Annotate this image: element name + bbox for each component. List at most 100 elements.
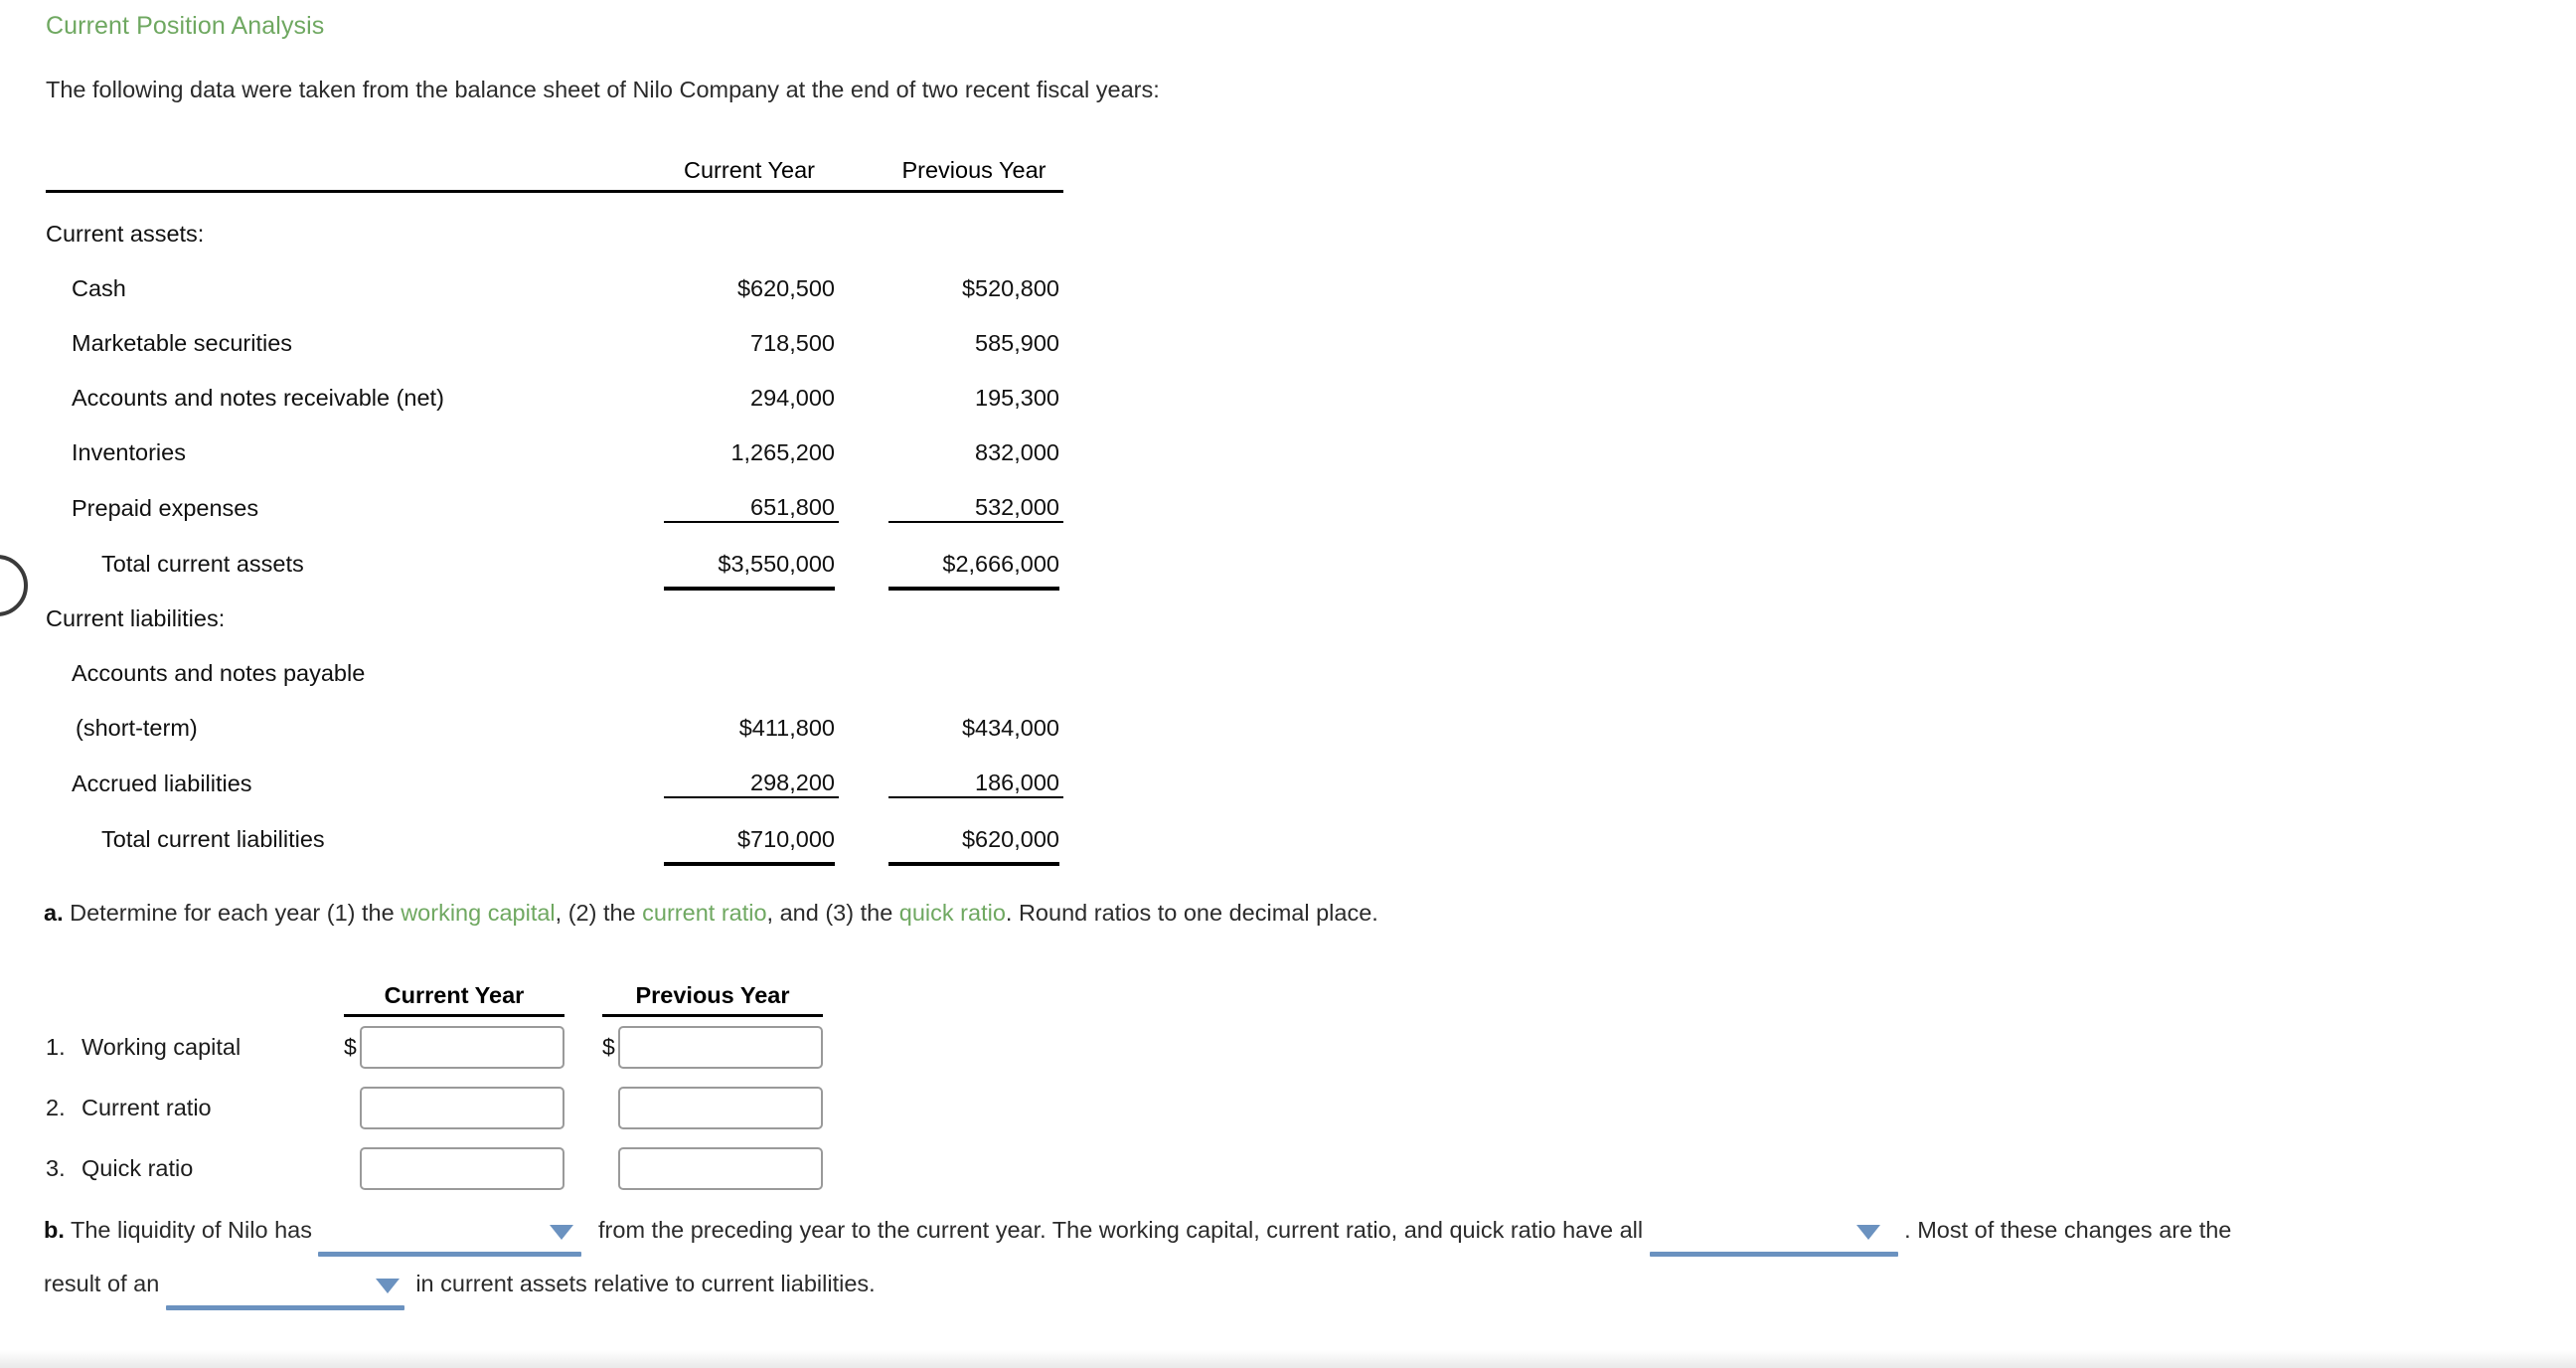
row-label-inventories: Inventories xyxy=(72,439,186,465)
part-b-text-2: from the preceding year to the current y… xyxy=(598,1217,1644,1243)
answer-cell-quick-ratio-current xyxy=(344,1138,564,1199)
answer-text-current-ratio: Current ratio xyxy=(81,1094,212,1120)
input-current-ratio-current[interactable] xyxy=(360,1086,564,1129)
part-b-marker: b. xyxy=(44,1217,65,1243)
row-previous-accounts-notes-payable xyxy=(888,632,1063,687)
answer-label-working-capital: 1. Working capital xyxy=(46,1017,344,1078)
total-current-current-liabilities: $710,000 xyxy=(664,796,839,867)
table-row: Inventories 1,265,200 832,000 xyxy=(46,412,1063,466)
answer-header-previous-year: Previous Year xyxy=(635,981,790,1008)
answer-row-working-capital: 1. Working capital $ $ xyxy=(46,1017,823,1078)
row-previous-prepaid-expenses: 532,000 xyxy=(975,494,1059,520)
total-row-current-assets: Total current assets $3,550,000 $2,666,0… xyxy=(46,521,1063,592)
answer-label-quick-ratio: 3. Quick ratio xyxy=(46,1138,344,1199)
table-row: Prepaid expenses 651,800 532,000 xyxy=(46,466,1063,522)
answer-number-2: 2. xyxy=(46,1094,66,1120)
row-label-marketable-securities: Marketable securities xyxy=(72,330,293,356)
row-label-prepaid-expenses: Prepaid expenses xyxy=(72,495,259,521)
answer-text-quick-ratio: Quick ratio xyxy=(81,1154,194,1181)
row-previous-marketable-securities: 585,900 xyxy=(975,330,1059,356)
row-previous-cash: $520,800 xyxy=(961,275,1059,301)
total-row-current-liabilities: Total current liabilities $710,000 $620,… xyxy=(46,796,1063,867)
answer-label-current-ratio: 2. Current ratio xyxy=(46,1078,344,1138)
answer-text-working-capital: Working capital xyxy=(81,1033,242,1060)
part-b-text-1: The liquidity of Nilo has xyxy=(71,1217,312,1243)
answer-gap-1 xyxy=(564,1017,602,1078)
row-label-accrued-liabilities: Accrued liabilities xyxy=(72,770,252,796)
part-a-term-working-capital: working capital xyxy=(401,900,556,926)
cursor-circle-artifact xyxy=(0,555,28,616)
answer-header-row: Current Year Previous Year xyxy=(46,949,823,1015)
row-previous-accounts-notes-receivable: 195,300 xyxy=(975,385,1059,411)
section-title-current-liabilities: Current liabilities: xyxy=(46,605,226,631)
table-row: Marketable securities 718,500 585,900 xyxy=(46,302,1063,357)
input-quick-ratio-previous[interactable] xyxy=(618,1146,823,1190)
answer-number-1: 1. xyxy=(46,1033,66,1060)
part-a-text-4: . Round ratios to one decimal place. xyxy=(1005,900,1378,926)
section-title-current-assets: Current assets: xyxy=(46,221,205,247)
row-previous-inventories: 832,000 xyxy=(975,439,1059,465)
row-gap xyxy=(839,357,888,412)
input-quick-ratio-current[interactable] xyxy=(360,1146,564,1190)
answer-header-blank xyxy=(46,949,344,1015)
answer-row-current-ratio: 2. Current ratio xyxy=(46,1078,823,1138)
answer-header-gap xyxy=(564,949,602,1015)
answer-cell-quick-ratio-previous xyxy=(602,1138,823,1199)
dollar-sign-previous-working-capital: $ xyxy=(602,1033,615,1060)
answer-table: Current Year Previous Year 1. Working cap… xyxy=(46,949,823,1199)
dropdown-asset-change[interactable] xyxy=(165,1267,409,1310)
row-gap xyxy=(839,742,888,797)
row-current-inventories: 1,265,200 xyxy=(730,439,835,465)
total-previous-current-liabilities: $620,000 xyxy=(888,796,1063,867)
answer-cell-working-capital-current: $ xyxy=(344,1017,564,1078)
balance-sheet-header-blank xyxy=(46,129,664,192)
dropdown-underline xyxy=(1649,1251,1898,1257)
part-a-text-1: Determine for each year (1) the xyxy=(70,900,402,926)
answer-header-current-year: Current Year xyxy=(384,981,525,1008)
section-title-gap xyxy=(839,193,888,248)
input-current-ratio-previous[interactable] xyxy=(618,1086,823,1129)
answer-gap-2 xyxy=(564,1078,602,1138)
section-title-gap-2 xyxy=(839,578,888,632)
total-label-current-liabilities: Total current liabilities xyxy=(101,826,325,852)
part-a-text-2: , (2) the xyxy=(555,900,643,926)
table-row: Cash $620,500 $520,800 xyxy=(46,248,1063,302)
answer-cell-working-capital-previous: $ xyxy=(602,1017,823,1078)
row-current-accrued-liabilities: 298,200 xyxy=(750,770,835,795)
exercise-page: Current Position Analysis The following … xyxy=(0,0,2576,1368)
row-previous-short-term: $434,000 xyxy=(961,715,1059,741)
dropdown-ratios-change[interactable] xyxy=(1649,1213,1898,1257)
row-current-accounts-notes-payable xyxy=(664,632,839,687)
input-working-capital-current[interactable] xyxy=(360,1025,564,1069)
part-a-term-quick-ratio: quick ratio xyxy=(898,900,1006,926)
total-label-current-assets: Total current assets xyxy=(101,551,304,577)
row-current-accounts-notes-receivable: 294,000 xyxy=(750,385,835,411)
row-current-marketable-securities: 718,500 xyxy=(750,330,835,356)
section-title-current-blank xyxy=(664,193,839,248)
part-b-text-3: . Most of these changes are the xyxy=(1904,1217,2232,1243)
answer-cell-current-ratio-previous xyxy=(602,1078,823,1138)
input-working-capital-previous[interactable] xyxy=(618,1025,823,1069)
row-gap xyxy=(839,248,888,302)
table-row: Accrued liabilities 298,200 186,000 xyxy=(46,742,1063,797)
page-bottom-strip xyxy=(0,1350,2576,1368)
section-title-previous-blank xyxy=(888,193,1063,248)
dollar-sign-current-working-capital: $ xyxy=(344,1033,357,1060)
table-row: Accounts and notes payable xyxy=(46,632,1063,687)
section-title-row: Current assets: xyxy=(46,193,1063,248)
row-current-prepaid-expenses: 651,800 xyxy=(750,494,835,520)
total-gap xyxy=(839,522,888,578)
table-row: Accounts and notes receivable (net) 294,… xyxy=(46,357,1063,412)
row-gap xyxy=(839,302,888,357)
balance-sheet-header-previous-year: Previous Year xyxy=(901,157,1046,183)
row-label-accounts-notes-payable: Accounts and notes payable xyxy=(72,660,366,686)
total-previous-current-assets: $2,666,000 xyxy=(888,521,1063,592)
total-current-current-assets: $3,550,000 xyxy=(664,521,839,592)
row-label-accounts-notes-receivable: Accounts and notes receivable (net) xyxy=(72,385,444,411)
balance-sheet-table: Current Year Previous Year Current asset… xyxy=(46,129,1063,867)
dropdown-liquidity-change[interactable] xyxy=(318,1213,591,1257)
total-gap-2 xyxy=(839,797,888,853)
part-a-prompt: a. Determine for each year (1) the worki… xyxy=(44,900,1378,927)
page-title: Current Position Analysis xyxy=(46,12,325,40)
answer-cell-current-ratio-current xyxy=(344,1078,564,1138)
